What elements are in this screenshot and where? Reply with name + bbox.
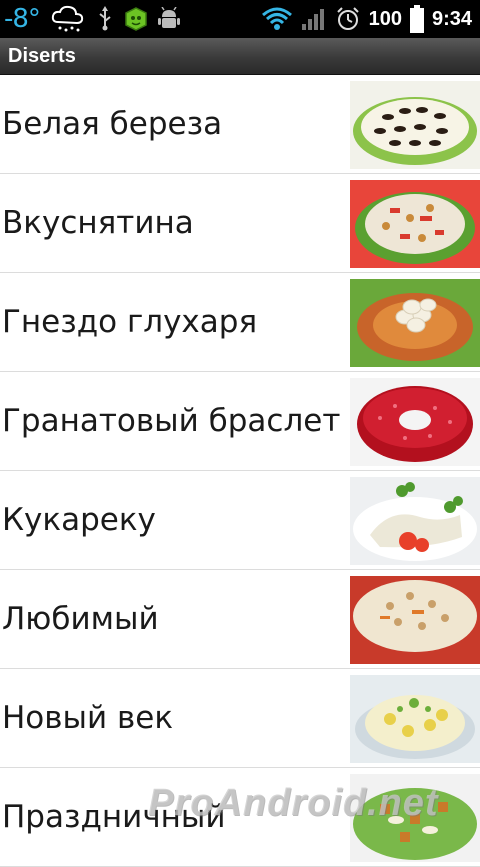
signal-icon — [301, 6, 327, 32]
usb-icon — [96, 6, 114, 32]
wifi-icon — [261, 6, 293, 32]
salad-thumbnail — [350, 81, 480, 169]
alarm-icon — [335, 6, 361, 32]
recipe-list: Белая береза Вкуснятина Гнездо глухаря Г… — [0, 75, 480, 867]
title-bar: Diserts — [0, 38, 480, 75]
list-item[interactable]: Белая береза — [0, 75, 480, 174]
list-item[interactable]: Любимый — [0, 570, 480, 669]
watermark-text: ProAndroid.net — [148, 782, 439, 824]
salad-thumbnail — [350, 279, 480, 367]
salad-thumbnail — [350, 180, 480, 268]
salad-thumbnail — [350, 675, 480, 763]
list-item-label: Вкуснятина — [2, 205, 194, 241]
list-item-label: Гранатовый браслет — [2, 403, 341, 439]
salad-thumbnail — [350, 378, 480, 466]
weather-snow-icon — [50, 4, 86, 34]
list-item[interactable]: Гнездо глухаря — [0, 273, 480, 372]
battery-level-text: 100 — [368, 7, 402, 30]
battery-icon — [409, 5, 424, 33]
app-icon — [124, 7, 148, 31]
status-bar: -8° 100 9:34 — [0, 0, 480, 38]
list-item-label: Гнездо глухаря — [2, 304, 258, 340]
list-item-label: Любимый — [2, 601, 159, 637]
salad-thumbnail — [350, 477, 480, 565]
list-item[interactable]: Новый век — [0, 669, 480, 768]
temperature-text: -8° — [4, 4, 41, 34]
page-title: Diserts — [8, 45, 76, 67]
salad-thumbnail — [350, 576, 480, 664]
list-item-label: Белая береза — [2, 106, 223, 142]
list-item-label: Кукареку — [2, 502, 156, 538]
clock-text: 9:34 — [431, 7, 472, 30]
android-debug-icon — [157, 7, 180, 31]
list-item[interactable]: Гранатовый браслет — [0, 372, 480, 471]
list-item[interactable]: Вкуснятина — [0, 174, 480, 273]
list-item-label: Новый век — [2, 700, 174, 736]
list-item[interactable]: Кукареку — [0, 471, 480, 570]
